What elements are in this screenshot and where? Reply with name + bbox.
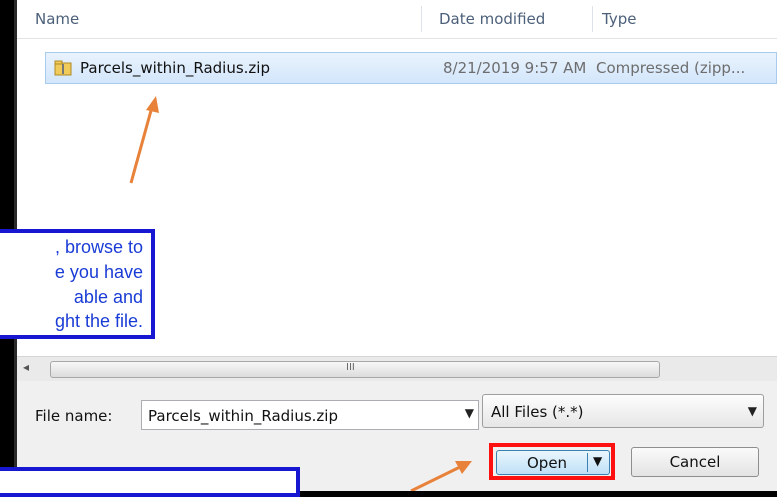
arrow-to-file — [129, 96, 159, 184]
arrow-to-open-button — [410, 461, 472, 491]
annotation-arrows — [129, 96, 472, 491]
